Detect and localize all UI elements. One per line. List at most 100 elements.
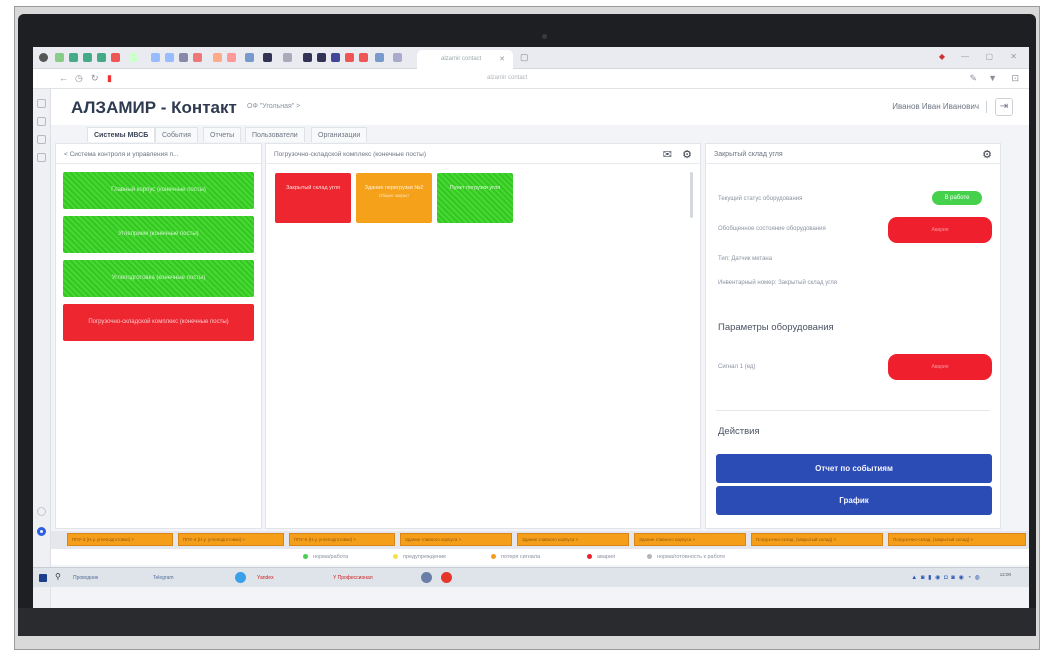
tab-favicon[interactable]	[331, 53, 340, 62]
object-tile-closed-warehouse[interactable]: Закрытый склад угля	[275, 173, 351, 223]
tab-favicon[interactable]	[393, 53, 402, 62]
tab-favicon[interactable]	[317, 53, 326, 62]
mail-icon[interactable]: ✉	[663, 148, 672, 161]
tab-favicon[interactable]	[69, 53, 78, 62]
browser-menu-icon[interactable]	[39, 53, 48, 62]
taskbar-item-yandex[interactable]: Yandex	[257, 572, 274, 584]
active-browser-tab[interactable]: alzamir contact ✕	[417, 50, 513, 69]
tab-favicon[interactable]	[375, 53, 384, 62]
start-icon[interactable]	[39, 574, 47, 582]
bookmark-icon[interactable]: ▼	[988, 73, 997, 83]
system-item-coal-prep[interactable]: Углеподготовка (конечные посты)	[63, 260, 254, 297]
forward-icon[interactable]: ◷	[75, 73, 83, 84]
events-report-button[interactable]: Отчет по событиям	[716, 454, 992, 483]
system-item-coal-intake[interactable]: Углеприем (конечные посты)	[63, 216, 254, 253]
tab-favicon[interactable]	[179, 53, 188, 62]
status-legend: норма/работа предупреждение потеря сигна…	[51, 549, 1029, 565]
maximize-icon[interactable]: ▢	[985, 52, 993, 61]
sidebar-settings-icon[interactable]	[37, 153, 46, 162]
site-badge-icon[interactable]: ▮	[107, 73, 112, 84]
browser-sidebar	[33, 89, 51, 608]
sidebar-bookmarks-icon[interactable]	[37, 117, 46, 126]
taskbar-item-yandex-pro[interactable]: Y Профессионал	[333, 572, 373, 584]
taskbar-item-explorer[interactable]: Проводник	[73, 572, 98, 584]
ticker-chip[interactable]: Здание главного корпуса >	[400, 533, 512, 546]
tab-reports[interactable]: Отчеты	[203, 127, 242, 142]
tab-favicon[interactable]	[83, 53, 92, 62]
ticker-chip[interactable]: ППУ-3 (Н.у. углеподготовки) >	[67, 533, 173, 546]
tab-favicon[interactable]	[165, 53, 174, 62]
tab-favicon[interactable]	[359, 53, 368, 62]
tab-favicon[interactable]	[151, 53, 160, 62]
tab-systems[interactable]: Системы МВСБ	[87, 127, 156, 142]
ticker-chip[interactable]: Погрузочно-склад. (закрытый склад) >	[751, 533, 883, 546]
downloads-icon[interactable]: ⊡	[1011, 73, 1019, 84]
ticker-chip[interactable]: Погрузочно-склад. (закрытый склад) >	[888, 533, 1026, 546]
tab-users[interactable]: Пользователи	[245, 127, 305, 142]
section-divider	[716, 410, 990, 411]
legend-item-signal-lost: потеря сигнала	[491, 554, 540, 560]
tab-favicon[interactable]	[345, 53, 354, 62]
new-tab-icon[interactable]: ▢	[520, 52, 529, 63]
system-item-main-building[interactable]: Главный корпус (конечные посты)	[63, 172, 254, 209]
tab-favicon[interactable]	[213, 53, 222, 62]
tab-favicon[interactable]	[263, 53, 272, 62]
legend-label: предупреждение	[403, 554, 447, 560]
tab-organizations[interactable]: Организации	[311, 127, 368, 142]
signal-label: Сигнал 1 (ед)	[718, 364, 756, 370]
chart-button[interactable]: График	[716, 486, 992, 515]
object-tile-loading-point[interactable]: Пункт погрузки угля	[437, 173, 513, 223]
edge-icon[interactable]	[235, 572, 246, 583]
minimize-icon[interactable]: —	[961, 52, 969, 61]
reload-icon[interactable]: ↻	[91, 73, 99, 84]
ticker-chip[interactable]: ППУ-4 (Н.у. углеподготовки) >	[178, 533, 284, 546]
pin-icon[interactable]: ◆	[939, 52, 945, 61]
search-icon[interactable]: ⚲	[55, 571, 61, 583]
tab-favicon[interactable]	[129, 53, 138, 62]
system-tray[interactable]: ▲ ◙ ▮ ◉ ◘ ◙ ◉ ◔ ◍	[911, 574, 981, 581]
legend-item-ready: норма/готовность к работе	[647, 554, 725, 560]
yandex-browser-icon[interactable]	[441, 572, 452, 583]
ticker-chip[interactable]: Здание главного корпуса >	[517, 533, 629, 546]
legend-label: норма/готовность к работе	[657, 554, 726, 560]
tile-label: Закрытый склад угля	[286, 185, 340, 191]
tab-favicon[interactable]	[55, 53, 64, 62]
ticker-chip[interactable]: Здание главного корпуса >	[634, 533, 746, 546]
url-text[interactable]: alzamir contact	[487, 75, 527, 81]
screen: alzamir contact ✕ ▢ ◆ — ▢ ✕ ← ◷ ↻ ▮ alza…	[33, 47, 1029, 608]
state-label: Обобщенное состояние оборудования	[718, 226, 826, 232]
tab-favicon[interactable]	[193, 53, 202, 62]
tab-favicon[interactable]	[227, 53, 236, 62]
close-window-icon[interactable]: ✕	[1010, 52, 1017, 61]
state-badge: Авария	[888, 217, 992, 243]
legend-label: авария	[597, 554, 616, 560]
gear-icon[interactable]: ⚙	[982, 148, 992, 161]
close-icon[interactable]: ✕	[499, 55, 505, 63]
user-name[interactable]: Иванов Иван Иванович	[892, 102, 979, 111]
tab-favicon[interactable]	[97, 53, 106, 62]
ticker-chip[interactable]: ППУ-5 (Н.у. углеподготовки) >	[289, 533, 395, 546]
sidebar-home-icon[interactable]	[37, 99, 46, 108]
status-label: Текущий статус оборудования	[718, 196, 803, 202]
legend-item-normal: норма/работа	[303, 554, 348, 560]
system-item-loading-complex[interactable]: Погрузочно-складской комплекс (конечные …	[63, 304, 254, 341]
back-icon[interactable]: ←	[59, 73, 68, 83]
tab-favicon[interactable]	[245, 53, 254, 62]
systems-panel-header[interactable]: < Система контроля и управления п...	[56, 144, 261, 164]
tab-favicon[interactable]	[303, 53, 312, 62]
taskbar-clock[interactable]: 12:00	[1000, 572, 1011, 578]
sidebar-history-icon[interactable]	[37, 135, 46, 144]
logout-icon[interactable]: ⇥	[995, 98, 1013, 116]
tab-favicon[interactable]	[283, 53, 292, 62]
tab-favicon[interactable]	[111, 53, 120, 62]
organization-select[interactable]: ОФ "Угольная" >	[247, 103, 300, 110]
gear-icon[interactable]: ⚙	[682, 148, 692, 161]
extensions-icon[interactable]: ✎	[969, 73, 977, 84]
app-icon[interactable]	[421, 572, 432, 583]
sidebar-add-icon[interactable]	[37, 507, 46, 516]
tab-events[interactable]: События	[155, 127, 198, 142]
taskbar-item-telegram[interactable]: Telegram	[153, 572, 174, 584]
object-tile-transfer-building[interactable]: Здание перегрузки №2 Общее закрыт	[356, 173, 432, 223]
sidebar-alice-icon[interactable]	[37, 527, 46, 536]
objects-scrollbar[interactable]	[690, 172, 693, 218]
